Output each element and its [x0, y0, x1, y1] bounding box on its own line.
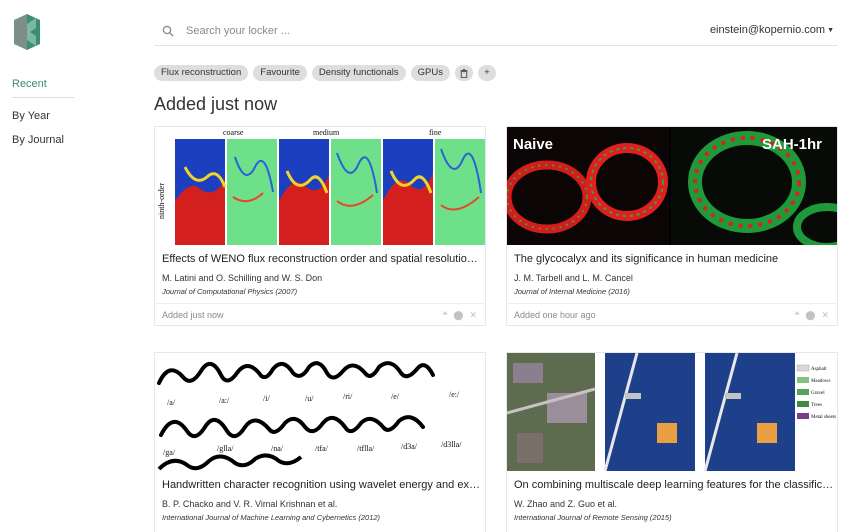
sidebar-item-by-year[interactable]: By Year	[12, 108, 74, 132]
close-icon[interactable]: ✕	[821, 310, 829, 321]
legend-label: Trees	[811, 403, 822, 408]
paper-authors: B. P. Chacko and V. R. Vimal Krishnan et…	[162, 499, 338, 509]
row-label: ninth-order	[157, 183, 166, 219]
phoneme-label: /na/	[271, 444, 284, 453]
panel-label-right: SAH-1hr	[762, 136, 822, 153]
chevron-down-icon: ▼	[827, 27, 834, 34]
tag-icon[interactable]: ⬤	[453, 310, 463, 321]
phoneme-label: /a/	[167, 398, 176, 407]
tag-flux-reconstruction[interactable]: Flux reconstruction	[154, 65, 249, 81]
tag-density-functionals[interactable]: Density functionals	[311, 65, 406, 81]
trash-icon	[460, 68, 468, 78]
col-label-fine: fine	[429, 128, 442, 137]
phoneme-label: /a:/	[219, 396, 230, 405]
paper-thumbnail: /a/ /a:/ /i/ /u/ /ri/ /e/ /e:/ /ga/ /gll…	[155, 353, 485, 471]
paper-journal: Journal of Computational Physics (2007)	[162, 287, 298, 296]
sidebar: Recent By Year By Journal	[0, 0, 100, 532]
paper-card[interactable]: Naive SAH-1hr The glycocalyx and its sig…	[506, 126, 838, 326]
tag-bar: Flux reconstruction Favourite Density fu…	[154, 65, 496, 81]
paper-thumbnail: coarse medium fine ninth-order	[155, 127, 485, 245]
phoneme-label: /d3a/	[401, 442, 418, 451]
phoneme-label: /glla/	[217, 444, 234, 453]
section-title: Added just now	[154, 94, 278, 114]
paper-journal: Journal of Internal Medicine (2016)	[514, 287, 630, 296]
top-bar: einstein@kopernio.com▼	[154, 18, 838, 46]
close-icon[interactable]: ✕	[469, 310, 477, 321]
added-status: Added just now	[162, 310, 224, 320]
phoneme-label: /i/	[263, 394, 270, 403]
col-label-medium: medium	[313, 128, 340, 137]
paper-journal: International Journal of Machine Learnin…	[162, 513, 381, 522]
search-icon	[162, 25, 174, 37]
legend-label: Gravel	[811, 391, 825, 396]
panel-label-left: Naive	[513, 136, 553, 153]
phoneme-label: /e/	[391, 392, 400, 401]
phoneme-label: /e:/	[449, 390, 460, 399]
phoneme-label: /tfa/	[315, 444, 329, 453]
app: Recent By Year By Journal einstein@koper…	[0, 0, 851, 532]
legend-label: Meadows	[811, 379, 830, 384]
phoneme-label: /ga/	[163, 448, 176, 457]
sidebar-item-recent[interactable]: Recent	[12, 76, 74, 98]
col-label-coarse: coarse	[223, 128, 244, 137]
paper-card[interactable]: coarse medium fine ninth-order Effects o…	[154, 126, 486, 326]
paper-authors: W. Zhao and Z. Guo et al.	[514, 499, 618, 509]
add-tag-button[interactable]: +	[477, 65, 496, 81]
tag-favourite[interactable]: Favourite	[253, 65, 307, 81]
card-actions: ❝ ⬤ ✕	[443, 310, 477, 321]
legend-label: Metal sheets	[811, 415, 836, 420]
sidebar-item-by-journal[interactable]: By Journal	[12, 132, 74, 156]
user-email: einstein@kopernio.com	[709, 24, 826, 36]
kopernio-logo[interactable]	[14, 14, 40, 50]
paper-card[interactable]: Asphalt Meadows Gravel Trees Metal sheet…	[506, 352, 838, 532]
delete-tag-button[interactable]	[454, 65, 473, 81]
paper-title[interactable]: Effects of WENO flux reconstruction orde…	[162, 253, 482, 265]
tag-gpus[interactable]: GPUs	[410, 65, 450, 81]
sidebar-nav: Recent By Year By Journal	[12, 76, 74, 156]
phoneme-label: /tflla/	[357, 444, 375, 453]
search-input[interactable]	[186, 22, 546, 40]
added-status: Added one hour ago	[514, 310, 596, 320]
paper-journal: International Journal of Remote Sensing …	[514, 513, 672, 522]
card-divider	[155, 303, 485, 304]
paper-thumbnail: Asphalt Meadows Gravel Trees Metal sheet…	[507, 353, 837, 471]
paper-authors: M. Latini and O. Schilling and W. S. Don	[162, 273, 323, 283]
tag-icon[interactable]: ⬤	[805, 310, 815, 321]
paper-title[interactable]: The glycocalyx and its significance in h…	[514, 253, 834, 265]
card-divider	[507, 303, 837, 304]
card-actions: ❝ ⬤ ✕	[795, 310, 829, 321]
paper-card[interactable]: /a/ /a:/ /i/ /u/ /ri/ /e/ /e:/ /ga/ /gll…	[154, 352, 486, 532]
user-menu[interactable]: einstein@kopernio.com ▼	[710, 24, 834, 36]
legend-label: Asphalt	[811, 367, 827, 372]
phoneme-label: /u/	[305, 394, 314, 403]
paper-title[interactable]: On combining multiscale deep learning fe…	[514, 479, 834, 491]
cite-icon[interactable]: ❝	[795, 310, 800, 321]
paper-thumbnail: Naive SAH-1hr	[507, 127, 837, 245]
cite-icon[interactable]: ❝	[443, 310, 448, 321]
paper-authors: J. M. Tarbell and L. M. Cancel	[514, 273, 633, 283]
phoneme-label: /d3lla/	[441, 440, 462, 449]
paper-title[interactable]: Handwritten character recognition using …	[162, 479, 482, 491]
phoneme-label: /ri/	[343, 392, 353, 401]
